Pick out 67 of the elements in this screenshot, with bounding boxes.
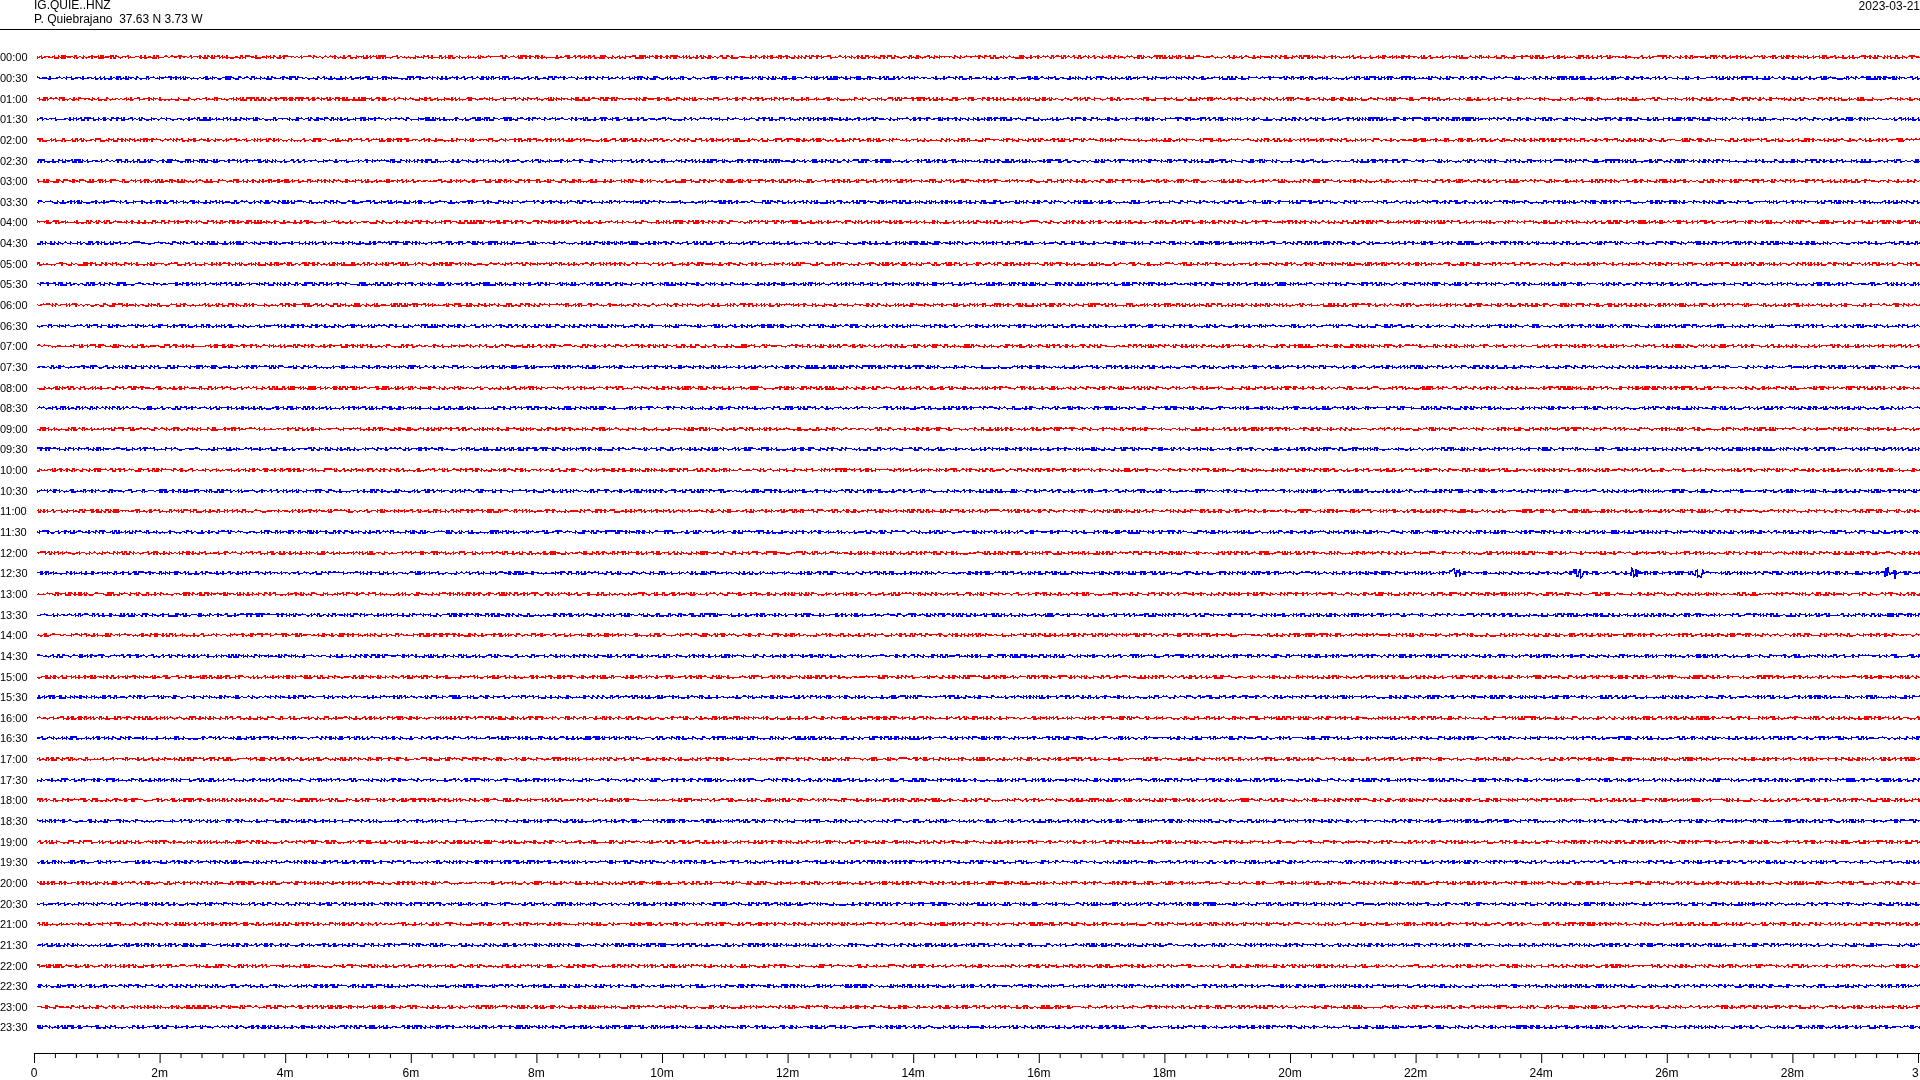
time-label: 11:00: [0, 505, 28, 518]
time-label: 01:30: [0, 113, 29, 126]
time-label: 18:00: [0, 794, 29, 807]
time-label: 07:00: [0, 340, 29, 353]
time-label: 03:30: [0, 195, 29, 208]
axis-tick-label: 28m: [1780, 1065, 1805, 1080]
time-label: 17:30: [0, 773, 29, 786]
time-label: 14:30: [0, 649, 29, 662]
time-label: 08:00: [0, 381, 29, 394]
time-label: 19:00: [0, 835, 29, 848]
time-label: 22:30: [0, 980, 29, 993]
time-label: 15:30: [0, 691, 29, 704]
axis-tick-label: 18m: [1152, 1065, 1177, 1080]
time-label: 18:30: [0, 815, 29, 827]
time-label: 16:00: [0, 711, 29, 724]
time-label: 05:30: [0, 278, 29, 291]
time-label: 12:30: [0, 567, 29, 580]
time-label: 15:00: [0, 670, 29, 683]
time-label: 10:30: [0, 484, 29, 497]
time-label: 09:30: [0, 443, 29, 456]
time-label: 13:00: [0, 587, 29, 600]
time-label: 16:30: [0, 732, 29, 745]
channel-code: IG.QUIE..HNZ: [34, 0, 111, 12]
time-label: 00:30: [0, 71, 29, 84]
time-label: 08:30: [0, 402, 29, 415]
axis-tick-label: 12m: [775, 1065, 800, 1080]
time-label: 12:00: [0, 546, 29, 559]
time-label: 20:30: [0, 897, 29, 910]
time-label: 06:30: [0, 319, 29, 332]
axis-tick-label: 10m: [650, 1065, 674, 1080]
axis-tick-label: 14m: [901, 1065, 925, 1080]
time-label: 10:00: [0, 464, 29, 477]
time-label: 01:00: [0, 92, 29, 105]
time-label: 04:30: [0, 237, 29, 250]
axis-tick-label: 3: [1912, 1065, 1919, 1080]
time-label: 14:00: [0, 629, 29, 642]
time-label: 23:30: [0, 1021, 29, 1034]
axis-tick-label: 2m: [151, 1065, 168, 1080]
axis-tick-label: 24m: [1529, 1065, 1553, 1080]
time-label: 22:00: [0, 959, 29, 972]
time-label: 09:00: [0, 422, 29, 435]
time-label: 17:00: [0, 753, 29, 766]
axis-tick-label: 16m: [1027, 1065, 1051, 1080]
time-label: 19:30: [0, 856, 29, 869]
time-label: 06:00: [0, 299, 29, 311]
time-label: 07:30: [0, 360, 29, 373]
axis-tick-label: 6m: [402, 1065, 420, 1080]
station-info: P. Quiebrajano 37.63 N 3.73 W: [34, 12, 203, 26]
axis-tick-label: 4m: [276, 1065, 294, 1080]
time-label: 04:00: [0, 216, 29, 229]
axis-tick-label: 26m: [1655, 1065, 1679, 1080]
axis-tick-label: 20m: [1278, 1065, 1302, 1080]
time-label: 02:30: [0, 154, 29, 167]
time-label: 13:30: [0, 608, 29, 621]
time-label: 23:00: [0, 1000, 29, 1013]
axis-tick-label: 22m: [1403, 1065, 1428, 1080]
time-label: 21:00: [0, 918, 29, 931]
time-label: 00:00: [0, 51, 29, 64]
time-label: 05:00: [0, 257, 29, 270]
axis-tick-label: 8m: [528, 1065, 545, 1080]
time-label: 02:00: [0, 133, 29, 146]
time-label: 11:30: [0, 526, 28, 539]
time-label: 03:00: [0, 175, 29, 188]
axis-tick-label: 0: [30, 1065, 38, 1080]
time-label: 21:30: [0, 938, 29, 951]
date-label: 2023-03-21: [1858, 0, 1920, 13]
time-label: 20:00: [0, 876, 29, 889]
